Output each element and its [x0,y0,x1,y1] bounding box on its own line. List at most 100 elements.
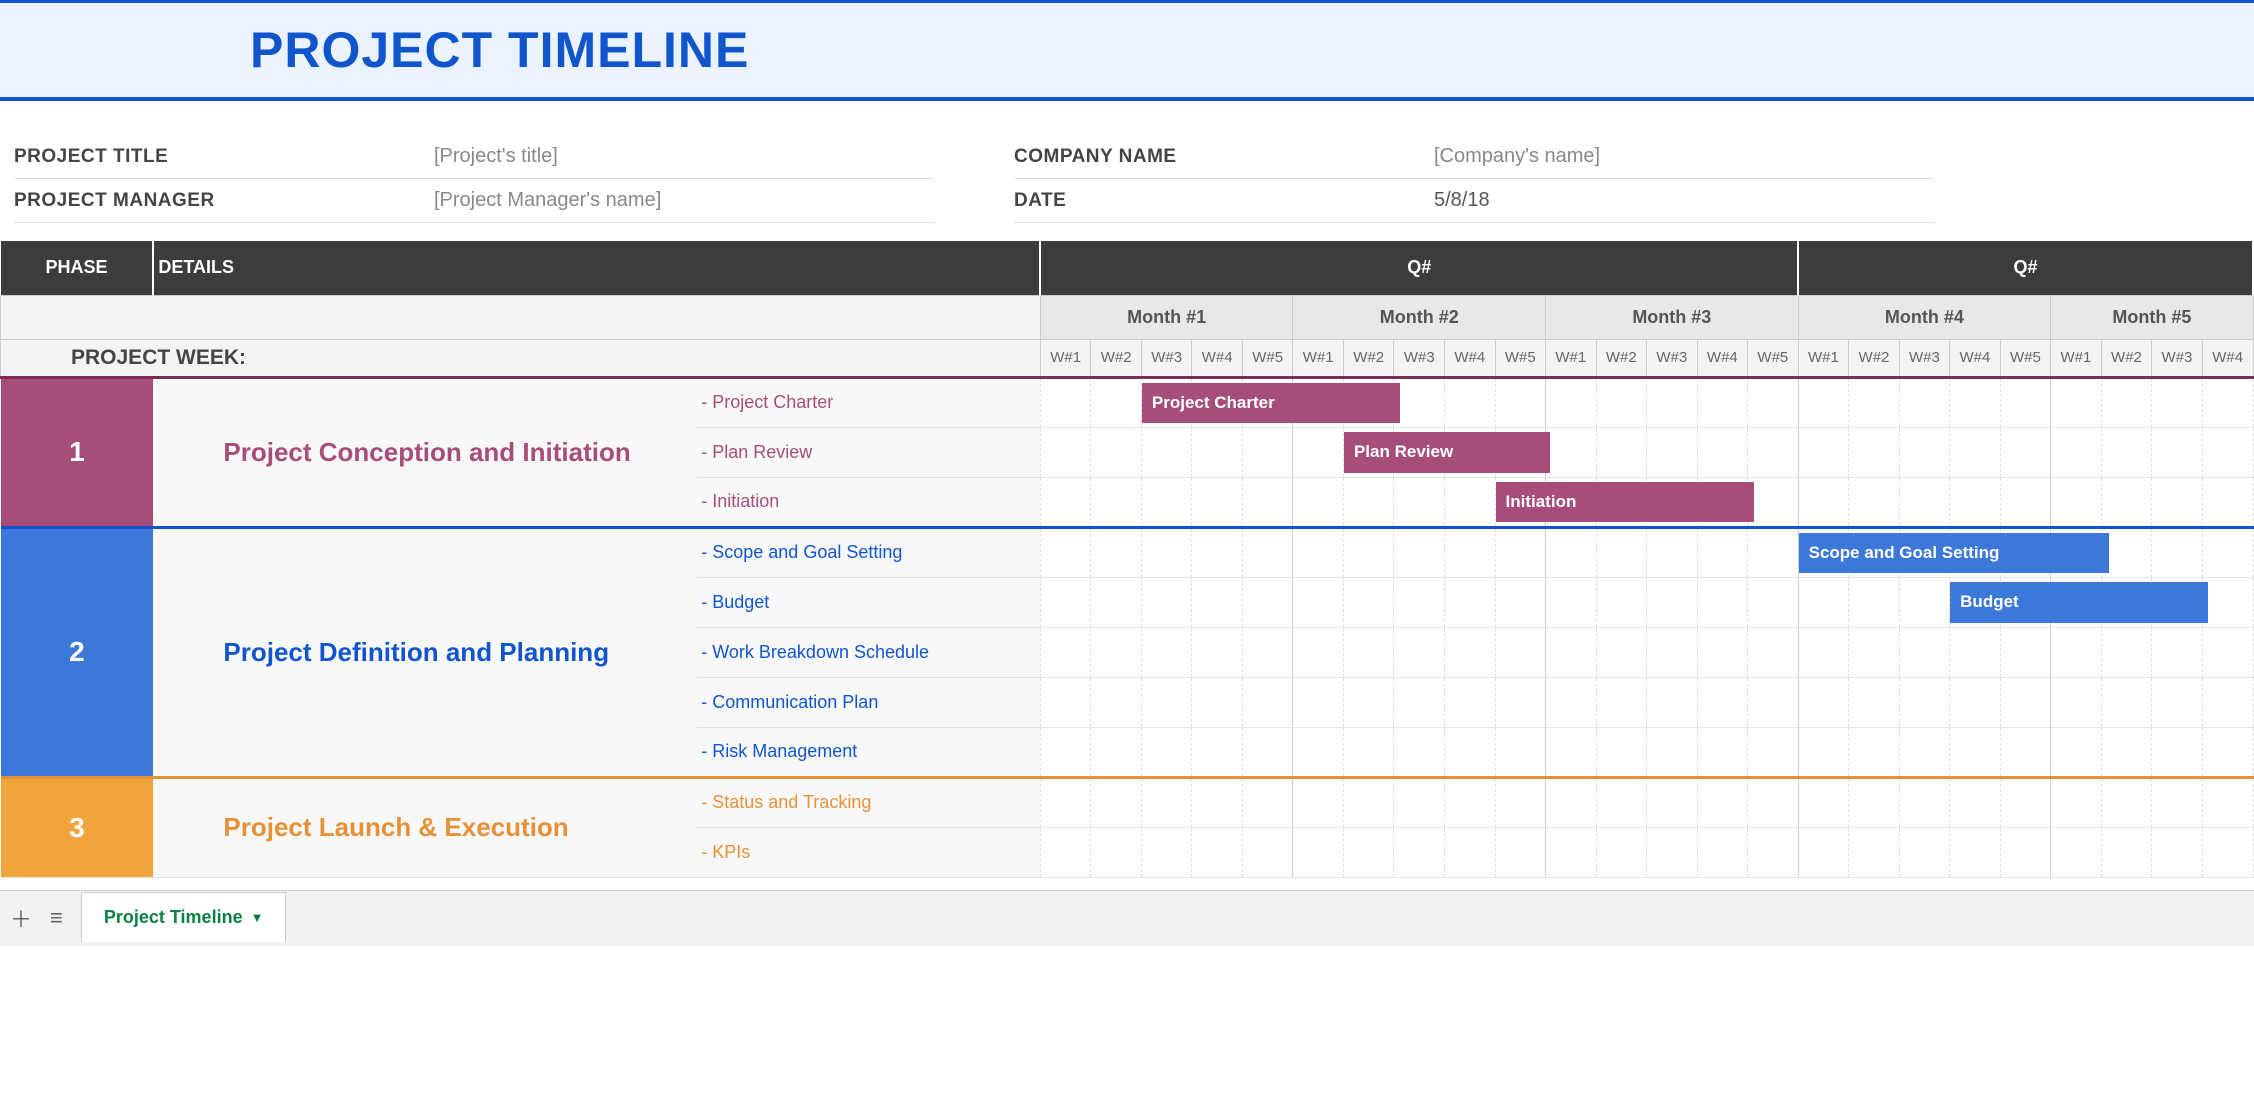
grid-cell[interactable]: Budget [1950,577,2001,627]
task-detail[interactable]: - Work Breakdown Schedule [697,627,1040,677]
grid-cell[interactable] [1192,677,1243,727]
grid-cell[interactable] [1495,727,1546,777]
grid-cell[interactable] [1192,827,1243,877]
grid-cell[interactable] [1798,427,1849,477]
grid-cell[interactable] [1748,427,1799,477]
grid-cell[interactable] [1697,827,1748,877]
grid-cell[interactable] [1343,627,1394,677]
grid-cell[interactable] [2101,477,2152,527]
grid-cell[interactable] [2000,427,2051,477]
grid-cell[interactable] [1596,527,1647,577]
grid-cell[interactable] [1546,677,1597,727]
grid-cell[interactable] [1647,377,1698,427]
grid-cell[interactable] [2051,377,2102,427]
grid-cell[interactable] [1697,527,1748,577]
grid-cell[interactable] [1950,727,2001,777]
grid-cell[interactable] [1495,827,1546,877]
grid-cell[interactable] [1091,627,1142,677]
grid-cell[interactable] [1899,377,1950,427]
grid-cell[interactable] [1647,527,1698,577]
grid-cell[interactable] [1192,427,1243,477]
grid-cell[interactable] [1040,727,1091,777]
grid-cell[interactable] [1141,427,1192,477]
grid-cell[interactable] [1242,827,1293,877]
grid-cell[interactable] [1647,677,1698,727]
grid-cell[interactable] [2051,427,2102,477]
grid-cell[interactable] [1293,777,1344,827]
grid-cell[interactable] [1091,477,1142,527]
add-sheet-icon[interactable]: ＋ [10,902,32,934]
grid-cell[interactable] [1141,827,1192,877]
task-detail[interactable]: - Scope and Goal Setting [697,527,1040,577]
grid-cell[interactable] [1647,777,1698,827]
grid-cell[interactable] [2101,527,2152,577]
task-detail[interactable]: - Communication Plan [697,677,1040,727]
grid-cell[interactable] [1141,627,1192,677]
grid-cell[interactable] [1849,577,1900,627]
grid-cell[interactable] [1242,727,1293,777]
grid-cell[interactable] [1798,627,1849,677]
grid-cell[interactable] [1091,677,1142,727]
grid-cell[interactable] [1445,727,1496,777]
grid-cell[interactable] [1293,577,1344,627]
grid-cell[interactable] [2051,777,2102,827]
grid-cell[interactable] [1445,827,1496,877]
meta-value[interactable]: [Project Manager's name] [434,189,661,212]
grid-cell[interactable] [1343,727,1394,777]
grid-cell[interactable] [2202,827,2253,877]
meta-value[interactable]: [Company's name] [1434,145,1600,168]
grid-cell[interactable] [1546,427,1597,477]
grid-cell[interactable] [1040,677,1091,727]
grid-cell[interactable] [2152,377,2203,427]
grid-cell[interactable] [1242,777,1293,827]
grid-cell[interactable] [1596,727,1647,777]
grid-cell[interactable] [2000,627,2051,677]
grid-cell[interactable] [1849,477,1900,527]
meta-value[interactable]: [Project's title] [434,145,558,168]
grid-cell[interactable] [1546,777,1597,827]
grid-cell[interactable] [2101,727,2152,777]
grid-cell[interactable] [1950,777,2001,827]
grid-cell[interactable] [1596,377,1647,427]
grid-cell[interactable] [1445,777,1496,827]
grid-cell[interactable] [1697,377,1748,427]
grid-cell[interactable] [1950,377,2001,427]
meta-row[interactable]: DATE 5/8/18 [1014,179,1934,223]
gantt-bar[interactable]: Scope and Goal Setting [1799,533,2109,573]
grid-cell[interactable] [2000,377,2051,427]
grid-cell[interactable] [1697,577,1748,627]
grid-cell[interactable] [2101,377,2152,427]
grid-cell[interactable] [1596,427,1647,477]
grid-cell[interactable] [1040,627,1091,677]
grid-cell[interactable] [1748,727,1799,777]
grid-cell[interactable] [1293,477,1344,527]
grid-cell[interactable] [1343,477,1394,527]
grid-cell[interactable] [1040,477,1091,527]
grid-cell[interactable] [2202,777,2253,827]
grid-cell[interactable] [1596,677,1647,727]
meta-row[interactable]: PROJECT TITLE [Project's title] [14,135,934,179]
grid-cell[interactable] [2000,677,2051,727]
grid-cell[interactable] [1192,777,1243,827]
grid-cell[interactable] [1091,777,1142,827]
sheet-tab[interactable]: Project Timeline ▼ [81,892,287,942]
grid-cell[interactable] [1343,827,1394,877]
timeline-table[interactable]: PHASEDETAILSQ#Q#Month #1Month #2Month #3… [0,241,2254,878]
grid-cell[interactable] [2202,577,2253,627]
grid-cell[interactable] [1849,627,1900,677]
grid-cell[interactable] [1242,677,1293,727]
grid-cell[interactable] [1647,627,1698,677]
grid-cell[interactable] [1394,377,1445,427]
grid-cell[interactable] [2152,527,2203,577]
grid-cell[interactable] [1950,827,2001,877]
grid-cell[interactable] [1445,677,1496,727]
grid-cell[interactable] [2000,477,2051,527]
grid-cell[interactable] [1849,377,1900,427]
grid-cell[interactable] [1242,427,1293,477]
grid-cell[interactable] [1899,727,1950,777]
grid-cell[interactable] [2101,677,2152,727]
grid-cell[interactable] [1242,577,1293,627]
grid-cell[interactable] [2202,727,2253,777]
grid-cell[interactable] [1748,677,1799,727]
grid-cell[interactable] [1899,627,1950,677]
